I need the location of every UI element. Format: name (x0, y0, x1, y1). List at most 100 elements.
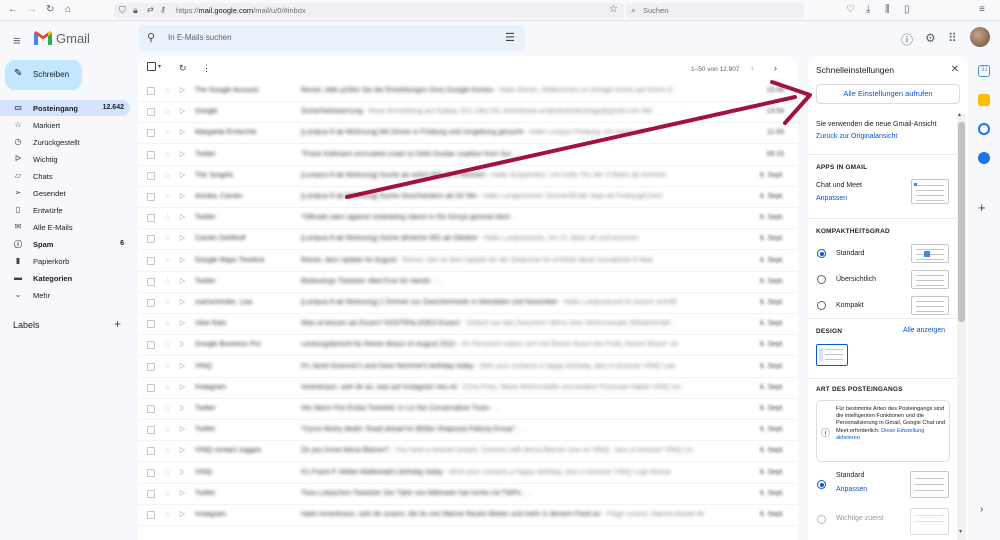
star-icon[interactable]: ☆ (164, 171, 171, 180)
important-icon[interactable]: ᐅ (179, 150, 185, 159)
row-checkbox[interactable] (147, 87, 155, 95)
mail-row[interactable]: ☆ ᐅ Google Sicherheitswarnung - Neue Anmeld… (138, 102, 798, 124)
important-icon[interactable]: ᐅ (179, 489, 185, 498)
star-icon[interactable]: ☆ (164, 404, 171, 413)
star-icon[interactable]: ☆ (164, 234, 171, 243)
keep-icon[interactable] (978, 94, 990, 106)
row-checkbox[interactable] (147, 341, 155, 350)
lock-icon[interactable]: 🔒︎ (133, 5, 138, 16)
sidebar-icon[interactable]: ▯ (904, 5, 910, 15)
bookmark-star-icon[interactable]: ☆ (609, 4, 618, 15)
mail-row[interactable]: ☆ ᐅ VINQ It's Frank P. Müller-Maltewald's b… (138, 463, 798, 484)
row-checkbox[interactable] (147, 129, 155, 138)
row-checkbox[interactable] (147, 235, 155, 244)
star-icon[interactable]: ☆ (164, 256, 171, 265)
sidebar-item-6[interactable]: ➢ Gesendet (0, 185, 130, 201)
important-icon[interactable]: ᐅ (179, 128, 185, 137)
next-page-icon[interactable]: › (774, 63, 777, 73)
sidebar-item-3[interactable]: ◷ Zurückgestellt (0, 134, 130, 150)
sidebar-item-2[interactable]: ☆ Markiert (0, 117, 130, 133)
pocket-icon[interactable]: ♡ (846, 5, 855, 15)
important-icon[interactable]: ᐅ (179, 446, 185, 455)
star-icon[interactable]: ☆ (164, 150, 171, 159)
important-icon[interactable]: ᐅ (179, 298, 185, 307)
mail-row[interactable]: ☆ ᐅ Carolin Gehlhoff [Lumpus-9 ab Wohnung] … (138, 229, 798, 251)
row-checkbox[interactable] (147, 320, 155, 329)
important-icon[interactable]: ᐅ (179, 107, 185, 116)
sidebar-item-5[interactable]: ▱ Chats (0, 168, 130, 184)
row-checkbox[interactable] (147, 193, 155, 201)
mail-row[interactable]: ☆ ᐅ Google Business Pro Leistungsbericht fü… (138, 335, 798, 357)
star-icon[interactable]: ☆ (164, 192, 171, 201)
mail-row[interactable]: ☆ ᐅ Twitter "Frank Kollmann encrusted crown… (138, 145, 798, 166)
shield-icon[interactable]: ⛉ (119, 5, 126, 16)
permissions-icon[interactable]: ⇄ (147, 5, 154, 14)
sidebar-item-8[interactable]: ✉ Alle E-Mails (0, 219, 130, 235)
menu-icon[interactable]: ≡ (979, 5, 985, 15)
mail-row[interactable]: ☆ ᐅ VINQ contact sugges Do you know Alena B… (138, 441, 798, 463)
sidebar-item-9[interactable]: ⓘ Spam 6 (0, 236, 130, 252)
chat-meet-customize-link[interactable]: Anpassen (816, 195, 847, 202)
add-label-icon[interactable]: + (114, 317, 121, 331)
panel-scrollbar-thumb[interactable] (958, 122, 965, 322)
density-radio[interactable] (817, 301, 826, 310)
home-icon[interactable]: ⌂ (65, 5, 71, 15)
important-icon[interactable]: ᐅ (179, 340, 185, 349)
mail-row[interactable]: ☆ ᐅ Twitter "Officials warn against mislead… (138, 208, 798, 230)
star-icon[interactable]: ☆ (164, 383, 171, 392)
close-icon[interactable]: ✕ (951, 64, 959, 75)
sidebar-item-1[interactable]: ▭ Posteingang 12.642 (0, 100, 130, 116)
mail-row[interactable]: ☆ ᐅ Twitter Bedeutings Tweeted: #benTrue fü… (138, 272, 798, 293)
star-icon[interactable]: ☆ (164, 340, 171, 349)
avatar[interactable] (970, 27, 990, 47)
important-icon[interactable]: ᐅ (179, 171, 185, 180)
row-checkbox[interactable] (147, 489, 155, 498)
important-icon[interactable]: ᐅ (179, 383, 185, 392)
important-icon[interactable]: ᐅ (179, 256, 185, 265)
key-icon[interactable]: ⚷ (160, 5, 166, 14)
important-icon[interactable]: ᐅ (179, 277, 185, 286)
density-radio[interactable] (817, 275, 826, 284)
star-icon[interactable]: ☆ (164, 510, 171, 519)
expand-panel-icon[interactable]: › (980, 504, 983, 515)
browser-search-bar[interactable]: ⌕ Suchen (626, 3, 804, 18)
sidebar-item-12[interactable]: ⌄ Mehr (0, 287, 130, 303)
mail-row[interactable]: ☆ ᐅ Twitter Her Mann Fire Emba Tweeted: In … (138, 399, 798, 420)
row-checkbox[interactable] (147, 277, 155, 286)
inbox-priority-radio[interactable] (817, 515, 826, 524)
search-input[interactable]: In E-Mails suchen (168, 33, 232, 42)
sidebar-item-11[interactable]: ▬ Kategorien (0, 270, 130, 286)
star-icon[interactable]: ☆ (164, 213, 171, 222)
contacts-icon[interactable] (978, 152, 990, 164)
row-checkbox[interactable] (147, 362, 155, 371)
sidebar-item-4[interactable]: ᐅ Wichtig (0, 151, 130, 167)
mail-row[interactable]: ☆ ᐅ The Jungels [Lumpus-9 ab Wohnung] Suche… (138, 166, 798, 187)
row-checkbox[interactable] (147, 468, 155, 477)
design-show-all-link[interactable]: Alle anzeigen (903, 327, 945, 334)
mail-row[interactable]: ☆ ᐅ Instagram reinerbraun, sieh dir an, was… (138, 378, 798, 399)
row-checkbox[interactable] (147, 426, 155, 435)
mail-row[interactable]: ☆ ᐅ Instagram Hallo reinerbraun, sieh dir u… (138, 505, 798, 526)
app-name[interactable]: Gmail (56, 31, 90, 46)
important-icon[interactable]: ᐅ (179, 319, 185, 328)
main-menu-icon[interactable]: ≡ (13, 33, 21, 48)
important-icon[interactable]: ᐅ (179, 213, 185, 222)
mail-row[interactable]: ☆ ᐅ Twitter "Cyrus Mistry death: Road ahead… (138, 420, 798, 442)
star-icon[interactable]: ☆ (164, 86, 171, 95)
star-icon[interactable]: ☆ (164, 319, 171, 328)
important-icon[interactable]: ᐅ (179, 234, 185, 243)
row-checkbox[interactable] (147, 171, 155, 180)
row-checkbox[interactable] (147, 383, 155, 392)
apps-grid-icon[interactable]: ⠿ (948, 31, 957, 45)
mail-search-bar[interactable]: ⚲ In E-Mails suchen ☰ (138, 25, 525, 51)
reload-icon[interactable]: ↻ (46, 5, 54, 15)
compose-button[interactable]: ✎ Schreiben (5, 60, 82, 90)
search-icon[interactable]: ⚲ (147, 31, 155, 44)
star-icon[interactable]: ☆ (164, 298, 171, 307)
more-options-icon[interactable]: ⋮ (202, 63, 211, 74)
mail-row[interactable]: ☆ ᐅ marrochmike, Lisa [Lumpus-9 ab Wohnung]… (138, 293, 798, 314)
original-view-link[interactable]: Zurück zur Originalansicht (816, 133, 897, 140)
settings-gear-icon[interactable]: ⚙ (925, 31, 936, 45)
mail-row[interactable]: ☆ ᐅ Annika, Carolin [Lumpus-9 ab Wohnung] S… (138, 187, 798, 208)
row-checkbox[interactable] (147, 511, 155, 519)
